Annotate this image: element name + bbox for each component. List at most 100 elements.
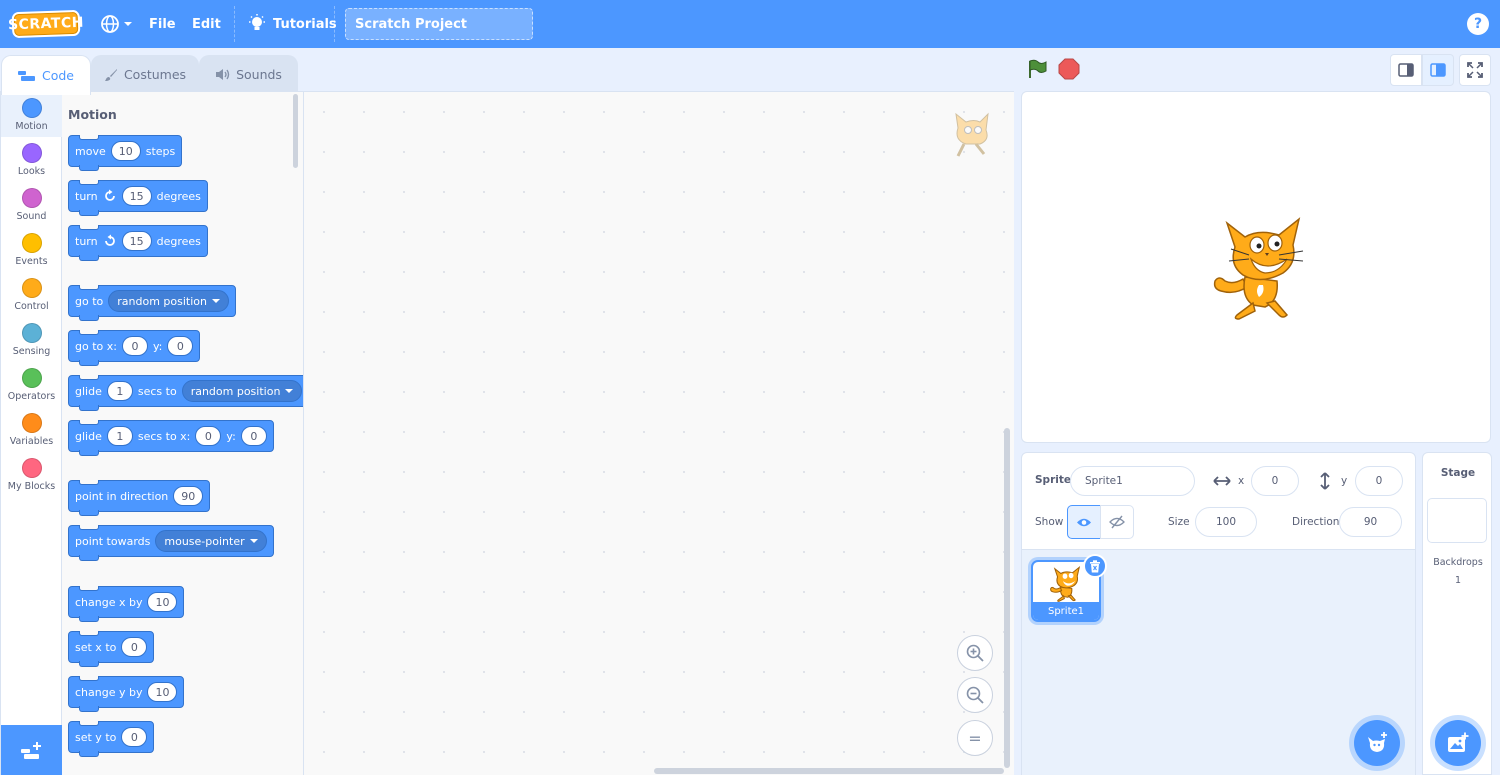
category-label: Variables xyxy=(9,436,54,447)
category-dot xyxy=(21,278,42,298)
block-number-input[interactable]: 0 xyxy=(195,426,222,446)
category-label: Operators xyxy=(7,391,56,402)
project-title-input[interactable]: Scratch Project xyxy=(345,8,533,40)
block-number-input[interactable]: 90 xyxy=(173,486,204,506)
category-dot xyxy=(21,368,42,388)
category-motion[interactable]: Motion xyxy=(1,92,62,137)
globe-icon xyxy=(101,15,119,33)
scratch-logo[interactable]: SCRATCH xyxy=(8,9,84,39)
sprite-name-input[interactable]: Sprite1 xyxy=(1070,466,1195,496)
add-backdrop-button[interactable] xyxy=(1435,720,1481,766)
category-my-blocks[interactable]: My Blocks xyxy=(1,452,62,497)
block-text: change y by xyxy=(75,685,143,699)
block-number-input[interactable]: 10 xyxy=(147,682,178,702)
block-text: secs to x: xyxy=(137,429,191,443)
category-control[interactable]: Control xyxy=(1,272,62,317)
block-glide-xy[interactable]: glide 1 secs to x: 0 y: 0 xyxy=(68,420,274,456)
cat-plus-icon xyxy=(1368,732,1387,752)
direction-input[interactable]: 90 xyxy=(1339,507,1402,537)
language-menu[interactable] xyxy=(100,0,133,48)
category-variables[interactable]: Variables xyxy=(1,407,62,452)
rotate-right-icon xyxy=(104,189,115,201)
block-go-to-xy[interactable]: go to x: 0 y: 0 xyxy=(68,330,201,366)
block-number-input[interactable]: 0 xyxy=(240,426,267,446)
workspace-vertical-scrollbar[interactable] xyxy=(1004,428,1010,768)
block-go-to[interactable]: go to random position xyxy=(68,285,236,321)
block-change-y[interactable]: change y by 10 xyxy=(68,676,185,712)
block-set-y[interactable]: set y to 0 xyxy=(68,721,155,757)
block-number-input[interactable]: 0 xyxy=(167,336,194,356)
palette-category-title: Motion xyxy=(68,107,117,122)
block-number-input[interactable]: 0 xyxy=(121,336,148,356)
block-text: go to x: xyxy=(75,339,117,353)
file-menu[interactable]: File xyxy=(149,0,176,48)
block-move-steps[interactable]: move 10 steps xyxy=(68,135,183,171)
sprite-info-panel: Sprite Sprite1 x 0 y 0 Show Size 100 Dir… xyxy=(1021,452,1416,775)
block-set-x[interactable]: set x to 0 xyxy=(68,631,155,667)
hide-sprite-button[interactable] xyxy=(1100,505,1134,539)
tutorials-label: Tutorials xyxy=(273,16,337,32)
block-number-input[interactable]: 1 xyxy=(106,426,133,446)
block-dropdown[interactable]: mouse-pointer xyxy=(155,530,267,552)
green-flag-button[interactable] xyxy=(1026,58,1048,80)
stage-panel-title: Stage xyxy=(1440,467,1476,479)
block-text: degrees xyxy=(156,189,201,203)
block-turn-right[interactable]: turn 15 degrees xyxy=(68,180,208,216)
block-number-input[interactable]: 15 xyxy=(121,231,152,251)
tab-sounds[interactable]: Sounds xyxy=(199,55,298,93)
block-dropdown[interactable]: random position xyxy=(108,290,229,312)
category-sound[interactable]: Sound xyxy=(1,182,62,227)
category-dot xyxy=(21,233,42,253)
palette-scrollbar[interactable] xyxy=(293,94,298,168)
cat-sprite-icon[interactable] xyxy=(1207,215,1307,321)
stop-button[interactable] xyxy=(1058,58,1080,80)
block-change-x[interactable]: change x by 10 xyxy=(68,586,185,622)
block-point-towards[interactable]: point towards mouse-pointer xyxy=(68,525,274,561)
delete-sprite-button[interactable] xyxy=(1083,554,1107,578)
block-dropdown[interactable]: random position xyxy=(181,380,303,402)
backdrop-thumbnail[interactable] xyxy=(1427,498,1487,543)
zoom-out-button[interactable] xyxy=(957,677,993,713)
block-number-input[interactable]: 15 xyxy=(121,186,152,206)
block-number-input[interactable]: 10 xyxy=(110,141,141,161)
size-input[interactable]: 100 xyxy=(1195,507,1257,537)
block-turn-left[interactable]: turn 15 degrees xyxy=(68,225,208,261)
block-number-input[interactable]: 0 xyxy=(121,637,148,657)
category-looks[interactable]: Looks xyxy=(1,137,62,182)
category-events[interactable]: Events xyxy=(1,227,62,272)
add-sprite-button[interactable] xyxy=(1354,720,1400,766)
zoom-in-button[interactable] xyxy=(957,635,993,671)
large-stage-button[interactable] xyxy=(1422,54,1454,86)
category-label: My Blocks xyxy=(7,481,56,492)
edit-menu[interactable]: Edit xyxy=(192,0,221,48)
zoom-reset-button[interactable]: = xyxy=(957,720,993,756)
block-number-input[interactable]: 0 xyxy=(121,727,148,747)
add-extension-button[interactable] xyxy=(1,725,62,775)
tutorials-button[interactable]: Tutorials xyxy=(248,0,337,48)
size-label: Size xyxy=(1168,516,1190,528)
x-position-input[interactable]: 0 xyxy=(1251,466,1299,496)
help-button[interactable]: ? xyxy=(1467,13,1489,35)
tab-label: Code xyxy=(41,68,74,83)
y-position-input[interactable]: 0 xyxy=(1355,466,1403,496)
stage-canvas[interactable] xyxy=(1021,91,1491,443)
category-sensing[interactable]: Sensing xyxy=(1,317,62,362)
small-stage-button[interactable] xyxy=(1390,54,1422,86)
block-number-input[interactable]: 1 xyxy=(106,381,133,401)
menu-divider xyxy=(234,6,235,42)
script-workspace[interactable]: = xyxy=(304,92,1014,775)
block-text: move xyxy=(75,144,106,158)
block-text: glide xyxy=(75,429,102,443)
stage-selector-panel[interactable]: Stage Backdrops 1 xyxy=(1422,452,1492,775)
workspace-horizontal-scrollbar[interactable] xyxy=(654,768,1004,774)
tab-costumes[interactable]: Costumes xyxy=(91,55,199,93)
category-operators[interactable]: Operators xyxy=(1,362,62,407)
block-number-input[interactable]: 10 xyxy=(147,592,178,612)
block-text: point in direction xyxy=(75,489,169,503)
brush-icon xyxy=(104,68,117,81)
show-sprite-button[interactable] xyxy=(1067,505,1101,539)
tab-code[interactable]: Code xyxy=(1,55,91,95)
block-glide-to[interactable]: glide 1 secs to random position xyxy=(68,375,303,411)
block-point-in-direction[interactable]: point in direction 90 xyxy=(68,480,211,516)
fullscreen-button[interactable] xyxy=(1459,54,1491,86)
